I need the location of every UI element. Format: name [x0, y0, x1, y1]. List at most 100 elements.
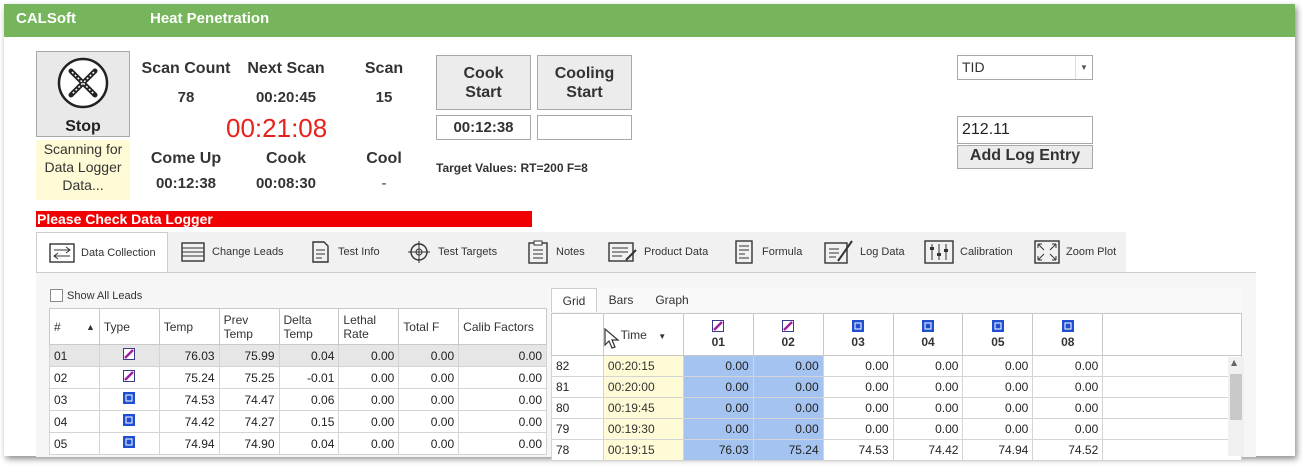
- table-row[interactable]: 05 74.94 74.90 0.04 0.00 0.00 0.00: [49, 432, 547, 455]
- cell-value: 0.00: [962, 376, 1034, 398]
- cell-value: 0.00: [822, 397, 894, 419]
- col-header[interactable]: Total F: [398, 308, 460, 345]
- cell-value: 0.00: [892, 376, 964, 398]
- cell-value: 0.00: [752, 355, 824, 377]
- table-row[interactable]: 02 75.24 75.25 -0.01 0.00 0.00 0.00: [49, 366, 547, 389]
- col-header[interactable]: Calib Factors: [458, 308, 547, 345]
- lead-column-header[interactable]: 08: [1032, 313, 1104, 356]
- cell-delta-temp: 0.04: [278, 432, 340, 455]
- lead-column-header[interactable]: 02: [752, 313, 824, 356]
- checkbox-label: Show All Leads: [67, 289, 143, 302]
- scan-count-label: Scan Count: [141, 60, 231, 77]
- cell-value: 74.52: [1032, 439, 1104, 461]
- table-row[interactable]: 03 74.53 74.47 0.06 0.00 0.00 0.00: [49, 388, 547, 411]
- cell-scan: 80: [551, 397, 604, 419]
- scrollbar-thumb[interactable]: [1230, 374, 1242, 420]
- tab-label: Test Targets: [438, 246, 498, 258]
- cell-value: 0.00: [682, 376, 754, 398]
- lead-number: 04: [921, 335, 935, 349]
- table-row[interactable]: 79 00:19:30 0.00 0.00 0.00 0.00 0.00 0.0…: [551, 418, 1242, 440]
- col-header[interactable]: Type: [98, 308, 160, 345]
- table-row[interactable]: 80 00:19:45 0.00 0.00 0.00 0.00 0.00 0.0…: [551, 397, 1242, 419]
- lead-column-header[interactable]: 01: [682, 313, 754, 356]
- next-scan-value: 00:20:45: [255, 89, 317, 106]
- tab-grid[interactable]: Grid: [551, 288, 597, 312]
- cell-time: 00:19:30: [602, 418, 684, 440]
- show-all-leads-checkbox[interactable]: Show All Leads: [50, 289, 142, 302]
- cell-value: 0.00: [1032, 355, 1104, 377]
- thermocouple-icon: [712, 320, 725, 332]
- tab-graph[interactable]: Graph: [645, 288, 699, 312]
- tab-product-data[interactable]: Product Data: [608, 232, 708, 272]
- cell-prev-temp: 74.90: [218, 432, 280, 455]
- cell-total-f: 0.00: [398, 366, 460, 389]
- product-data-icon: [608, 242, 637, 262]
- tab-test-targets[interactable]: Test Targets: [406, 232, 497, 272]
- time-header-label: Time: [620, 327, 647, 342]
- tab-data-collection[interactable]: Data Collection: [36, 232, 168, 272]
- col-header[interactable]: # ▲: [49, 308, 100, 345]
- cook-start-line: Cook: [463, 65, 504, 82]
- tab-log-data[interactable]: Log Data: [824, 232, 905, 272]
- tab-formula[interactable]: Formula: [732, 232, 802, 272]
- add-log-entry-button[interactable]: Add Log Entry: [957, 145, 1093, 169]
- thermocouple-icon: [98, 344, 160, 367]
- logger-icon: [98, 432, 160, 455]
- target-icon: [408, 241, 430, 263]
- grid-scrollbar[interactable]: ▲: [1228, 357, 1244, 456]
- tab-change-leads[interactable]: Change Leads: [180, 232, 284, 272]
- tab-test-info[interactable]: Test Info: [308, 232, 380, 272]
- module-title: Heat Penetration: [150, 10, 270, 27]
- cell-temp: 74.94: [158, 432, 220, 455]
- cook-start-button[interactable]: Cook Start: [436, 55, 531, 110]
- lead-column-header[interactable]: 05: [962, 313, 1034, 356]
- formula-icon: [735, 240, 753, 264]
- table-row[interactable]: 81 00:20:00 0.00 0.00 0.00 0.00 0.00 0.0…: [551, 376, 1242, 398]
- tab-label: Data Collection: [81, 246, 156, 259]
- cooling-start-button[interactable]: Cooling Start: [537, 55, 632, 110]
- come-up-value: 00:12:38: [155, 175, 217, 192]
- stop-button[interactable]: Stop: [36, 51, 130, 137]
- cell-value: 0.00: [1032, 418, 1104, 440]
- lead-column-header[interactable]: 04: [892, 313, 964, 356]
- table-row[interactable]: 01 76.03 75.99 0.04 0.00 0.00 0.00: [49, 344, 547, 367]
- chevron-down-icon[interactable]: ▼: [658, 332, 666, 341]
- scroll-up-icon[interactable]: ▲: [1231, 358, 1237, 367]
- cell-prev-temp: 75.25: [218, 366, 280, 389]
- cell-calib: 0.00: [458, 366, 547, 389]
- checkbox-box[interactable]: [50, 289, 63, 302]
- tid-select[interactable]: TID ▼: [957, 55, 1093, 80]
- cell-scan: 82: [551, 355, 604, 377]
- next-scan-label: Next Scan: [247, 60, 325, 77]
- cell-empty: [1102, 439, 1242, 461]
- chevron-down-icon[interactable]: ▼: [1075, 56, 1092, 79]
- col-header[interactable]: Temp: [158, 308, 220, 345]
- cell-value: 0.00: [822, 418, 894, 440]
- cell-num: 04: [49, 410, 100, 433]
- table-row[interactable]: 82 00:20:15 0.00 0.00 0.00 0.00 0.00 0.0…: [551, 355, 1242, 377]
- table-row[interactable]: 78 00:19:15 76.03 75.24 74.53 74.42 74.9…: [551, 439, 1242, 461]
- cell-empty: [1102, 376, 1242, 398]
- lead-number: 05: [991, 335, 1005, 349]
- mouse-cursor-icon: [604, 328, 620, 349]
- tab-notes[interactable]: Notes: [526, 232, 585, 272]
- table-row[interactable]: 04 74.42 74.27 0.15 0.00 0.00 0.00: [49, 410, 547, 433]
- tab-zoom-plot[interactable]: Zoom Plot: [1034, 232, 1116, 272]
- cell-scan: 81: [551, 376, 604, 398]
- status-line: Data Logger: [44, 159, 122, 175]
- cook-value: 00:08:30: [255, 175, 317, 192]
- tab-label: Formula: [762, 246, 803, 258]
- lead-number: 01: [711, 335, 725, 349]
- col-header[interactable]: Delta Temp: [278, 308, 340, 345]
- data-collection-icon: [49, 242, 75, 263]
- col-header[interactable]: Prev Temp: [218, 308, 280, 345]
- log-value-input[interactable]: 212.11: [957, 116, 1093, 144]
- cell-temp: 74.42: [158, 410, 220, 433]
- tab-calibration[interactable]: Calibration: [924, 232, 1013, 272]
- cell-empty: [1102, 355, 1242, 377]
- tab-bars[interactable]: Bars: [599, 288, 643, 312]
- col-header[interactable]: Lethal Rate: [338, 308, 400, 345]
- cell-num: 05: [49, 432, 100, 455]
- tab-label: Calibration: [960, 246, 1013, 258]
- lead-column-header[interactable]: 03: [822, 313, 894, 356]
